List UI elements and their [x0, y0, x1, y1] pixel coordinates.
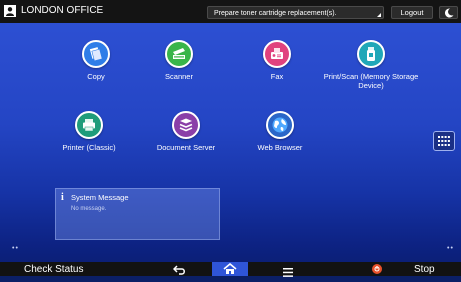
expand-corner-icon — [377, 13, 381, 17]
app-print-scan-memory[interactable]: Print/Scan (Memory Storage Device) — [316, 40, 426, 90]
grid-icon — [438, 136, 450, 146]
back-arrow-icon — [172, 265, 185, 275]
logout-button[interactable]: Logout — [391, 6, 433, 19]
page-indicator-right: •• — [447, 245, 454, 252]
user-icon[interactable] — [4, 5, 16, 17]
app-label: Printer (Classic) — [62, 143, 116, 152]
system-message-widget[interactable]: i System Message No message. — [55, 188, 220, 240]
info-icon: i — [61, 192, 64, 203]
copy-icon — [82, 40, 110, 68]
check-status-button[interactable]: Check Status — [24, 263, 83, 276]
moon-icon — [444, 8, 454, 18]
system-message-body: No message. — [71, 206, 107, 212]
home-icon — [223, 263, 237, 274]
menu-button[interactable] — [283, 264, 293, 282]
app-copy[interactable]: Copy — [74, 40, 118, 81]
app-label: Copy — [87, 72, 105, 81]
document-server-icon — [172, 111, 200, 139]
home-button[interactable] — [212, 262, 248, 276]
app-label: Scanner — [165, 72, 193, 81]
system-message-title: System Message — [71, 193, 129, 202]
bottom-bar: Check Status Stop — [0, 262, 461, 277]
status-message-text: Prepare toner cartridge replacement(s). — [214, 10, 337, 17]
fax-icon — [263, 40, 291, 68]
memory-storage-icon — [357, 40, 385, 68]
office-name: LONDON OFFICE — [21, 5, 104, 16]
app-label: Print/Scan (Memory Storage Device) — [323, 72, 419, 90]
globe-icon — [266, 111, 294, 139]
stop-button[interactable]: Stop — [414, 263, 435, 276]
app-scanner[interactable]: Scanner — [157, 40, 201, 81]
top-bar: LONDON OFFICE Prepare toner cartridge re… — [0, 0, 461, 23]
page-indicator-left: •• — [12, 245, 19, 252]
app-printer-classic[interactable]: Printer (Classic) — [58, 111, 120, 152]
home-screen: LONDON OFFICE Prepare toner cartridge re… — [0, 0, 461, 277]
app-fax[interactable]: Fax — [261, 40, 293, 81]
app-label: Web Browser — [257, 143, 303, 152]
app-label: Fax — [270, 72, 284, 81]
app-label: Document Server — [156, 143, 216, 152]
app-list-button[interactable] — [433, 131, 455, 151]
app-web-browser[interactable]: Web Browser — [252, 111, 308, 152]
status-message-bar[interactable]: Prepare toner cartridge replacement(s). — [207, 6, 384, 19]
app-document-server[interactable]: Document Server — [151, 111, 221, 152]
printer-icon — [75, 111, 103, 139]
stop-icon[interactable] — [372, 264, 382, 274]
scanner-icon — [165, 40, 193, 68]
energy-saver-button[interactable] — [439, 6, 458, 19]
back-button[interactable] — [172, 263, 187, 281]
